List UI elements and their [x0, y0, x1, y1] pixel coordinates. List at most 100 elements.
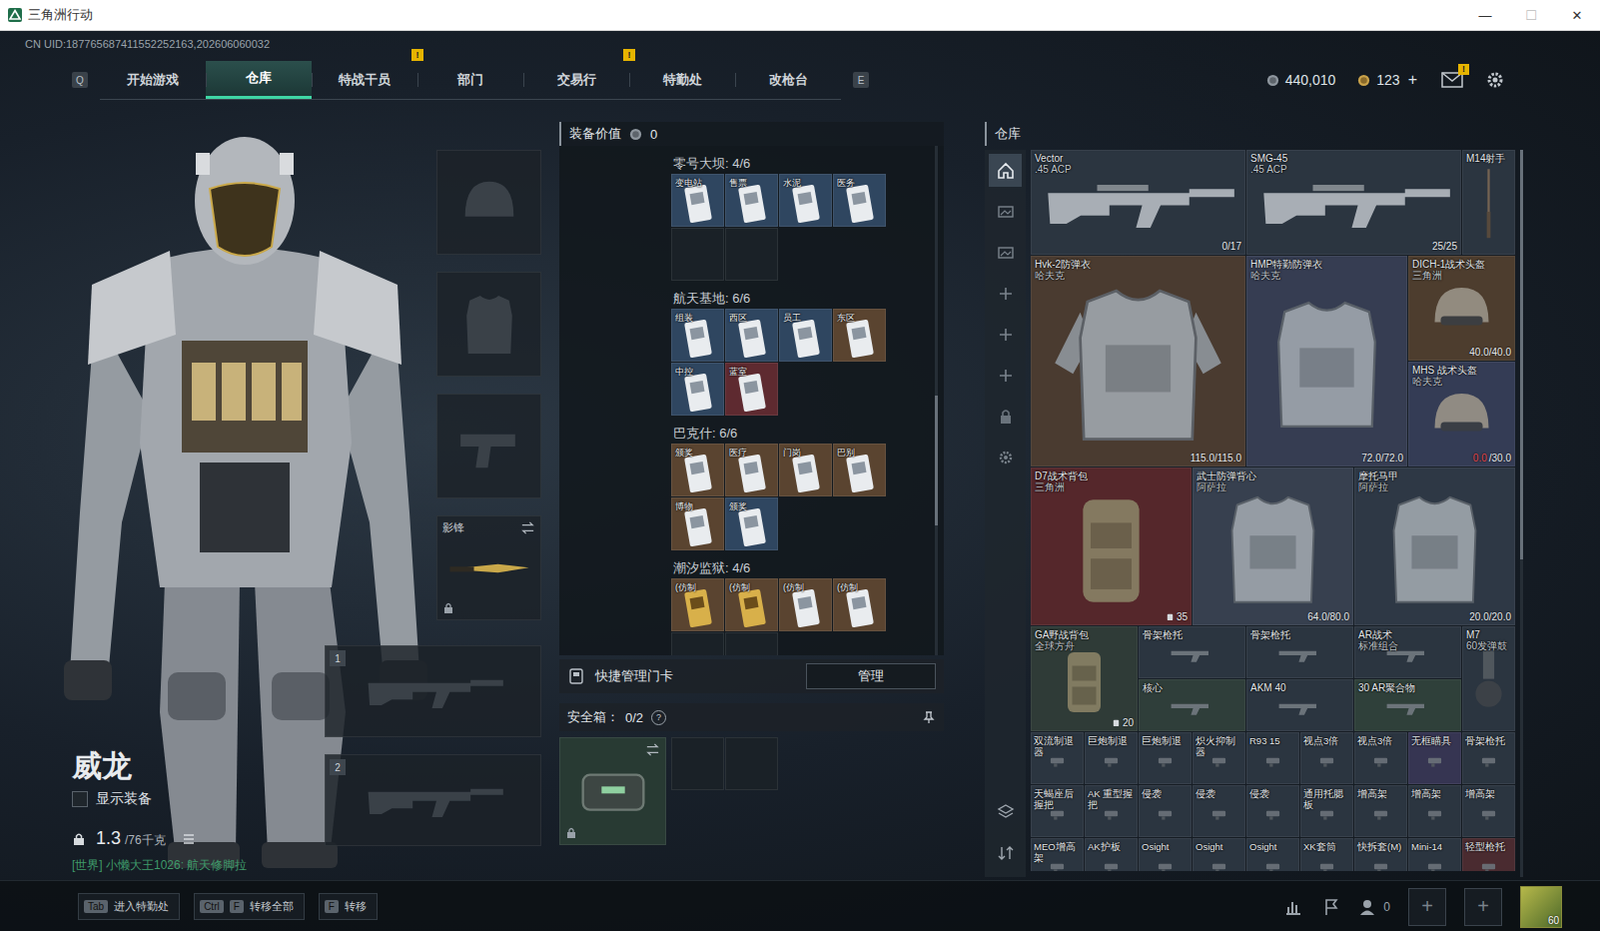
help-button[interactable]: ? — [651, 710, 667, 726]
inventory-item[interactable]: 骨架枪托 — [1246, 626, 1354, 679]
invite-slot-button[interactable]: + — [1408, 887, 1447, 926]
inventory-item[interactable]: 摩托马甲 阿萨拉 20.0/20.0 — [1354, 467, 1516, 626]
warehouse-tab-button[interactable] — [988, 153, 1022, 187]
nav-tab[interactable]: 特战干员 — [311, 60, 418, 99]
melee-slot[interactable]: 影锋 — [436, 515, 542, 621]
keycard[interactable]: 售票 — [725, 173, 779, 227]
swap-icon[interactable] — [645, 742, 661, 758]
keycard[interactable]: (仿制 — [671, 578, 725, 632]
keycard[interactable]: 颁奖 — [671, 443, 725, 497]
warehouse-tab-button[interactable] — [988, 194, 1022, 228]
inventory-item[interactable]: SMG-45 .45 ACP 25/25 — [1246, 149, 1462, 255]
weapon-slot[interactable]: 2 — [324, 754, 542, 846]
keycard[interactable]: 员工 — [779, 308, 832, 362]
keycard[interactable]: 蓝室 — [725, 362, 779, 416]
shortcut-hint[interactable]: F 转移 — [318, 892, 378, 920]
inventory-item[interactable]: 30 AR聚合物 — [1354, 679, 1462, 732]
pin-icon[interactable] — [921, 710, 936, 725]
keycard[interactable]: 水泥 — [779, 173, 832, 227]
keycard[interactable]: 东区 — [832, 308, 886, 362]
inventory-item[interactable]: M14射手 — [1462, 149, 1516, 255]
warehouse-tab-button[interactable] — [988, 358, 1022, 392]
add-bonds-button[interactable]: + — [1406, 70, 1420, 89]
inventory-item[interactable]: M7 60发弹鼓 — [1462, 626, 1516, 732]
inventory-item[interactable]: Vector .45 ACP 0/17 — [1030, 149, 1246, 255]
inventory-item[interactable]: 巨炮制退 — [1084, 732, 1138, 785]
settings-button[interactable] — [1485, 69, 1506, 90]
keycard[interactable]: 医疗 — [725, 443, 779, 497]
warehouse-tab-button[interactable] — [988, 235, 1022, 269]
inventory-item[interactable]: XK套筒 — [1300, 837, 1354, 871]
inventory-item[interactable]: 侵袭 — [1246, 785, 1300, 837]
warehouse-tab-button[interactable] — [988, 399, 1022, 433]
inventory-item[interactable]: 天蝎座后握把 — [1030, 785, 1084, 837]
nav-tab[interactable]: 改枪台 — [735, 60, 841, 99]
keycard[interactable]: 门岗 — [779, 443, 832, 497]
inventory-item[interactable]: Mini-14 — [1408, 837, 1462, 871]
nav-tab[interactable]: 仓库 — [205, 60, 312, 99]
flag-icon[interactable] — [1321, 896, 1342, 917]
inventory-item[interactable]: DICH-1战术头盔 三角洲 40.0/40.0 — [1408, 255, 1516, 361]
inventory-item[interactable]: 骨架枪托 — [1138, 626, 1246, 679]
nav-tab[interactable]: 开始游戏 — [99, 60, 206, 99]
weapon-slot[interactable]: 1 — [324, 645, 542, 738]
keycard[interactable]: (仿制 — [779, 578, 832, 632]
inventory-item[interactable]: 侵袭 — [1192, 785, 1246, 837]
keycard[interactable]: 中控 — [671, 362, 725, 416]
keycard[interactable]: 博物 — [671, 497, 725, 551]
warehouse-scrollbar[interactable] — [1520, 149, 1524, 877]
nav-tab[interactable]: 部门 ! — [417, 60, 524, 99]
inventory-item[interactable]: 骨架枪托 — [1462, 732, 1516, 785]
stats-icon[interactable] — [1283, 896, 1304, 917]
inventory-item[interactable]: 视点3倍 — [1300, 732, 1354, 785]
warehouse-tab-button[interactable] — [988, 440, 1022, 474]
inventory-item[interactable]: 核心 — [1138, 679, 1246, 732]
safe-box-slot[interactable] — [559, 737, 667, 845]
window-control-button[interactable]: ☐ — [1508, 0, 1555, 30]
keycard[interactable]: (仿制 — [832, 578, 886, 632]
inventory-item[interactable]: 巨炮制退 — [1138, 732, 1192, 785]
inventory-item[interactable]: 武士防弹背心 阿萨拉 64.0/80.0 — [1192, 467, 1354, 626]
list-icon[interactable] — [181, 831, 196, 846]
inventory-item[interactable]: AKM 40 — [1246, 679, 1354, 732]
player-avatar[interactable]: 60 — [1520, 885, 1563, 928]
inventory-item[interactable]: D7战术背包 三角洲 35 — [1030, 467, 1192, 626]
keycard[interactable]: 医务 — [832, 173, 886, 227]
inventory-item[interactable]: 通用托腮板 — [1300, 785, 1354, 837]
inventory-item[interactable]: AR战术 标准组合 — [1354, 626, 1462, 679]
inventory-item[interactable]: Hvk-2防弹衣 哈夫克 115.0/115.0 — [1030, 255, 1246, 467]
safe-box-empty-slot[interactable] — [671, 737, 725, 791]
inventory-item[interactable]: AK 重型握把 — [1084, 785, 1138, 837]
friends-count[interactable]: 0 — [1359, 896, 1391, 917]
inventory-item[interactable]: GA野战背包 全球方舟 20 — [1030, 626, 1138, 732]
inventory-item[interactable]: 侵袭 — [1138, 785, 1192, 837]
swap-icon[interactable] — [520, 520, 536, 536]
keycard[interactable]: 巴别 — [832, 443, 886, 497]
nav-tab[interactable]: 特勤处 ! — [629, 60, 736, 99]
inventory-item[interactable]: R93 15 — [1246, 732, 1300, 785]
inventory-item[interactable]: 增高架 — [1462, 785, 1516, 837]
inventory-item[interactable]: 增高架 — [1408, 785, 1462, 837]
keycard-scrollbar[interactable] — [934, 145, 938, 656]
shortcut-hint[interactable]: CtrlF 转移全部 — [193, 892, 305, 920]
warehouse-tab-button[interactable] — [988, 317, 1022, 351]
inventory-item[interactable]: AK护板 — [1084, 837, 1138, 871]
inventory-item[interactable]: 增高架 — [1354, 785, 1408, 837]
window-control-button[interactable]: — — [1462, 0, 1509, 30]
keycard[interactable]: 西区 — [725, 308, 779, 362]
keycard[interactable]: 组装 — [671, 308, 725, 362]
inventory-item[interactable]: 双流制退器 — [1030, 732, 1084, 785]
inventory-item[interactable]: 轻型枪托 — [1462, 837, 1516, 871]
armor-slot[interactable] — [436, 271, 542, 377]
show-gear-checkbox[interactable]: 显示装备 — [71, 790, 325, 808]
helmet-slot[interactable] — [436, 149, 542, 255]
keycard[interactable]: (仿制 — [725, 578, 779, 632]
warehouse-tool-button[interactable] — [988, 795, 1022, 828]
inventory-item[interactable]: HMP特勤防弹衣 哈夫克 72.0/72.0 — [1246, 255, 1408, 467]
mail-button[interactable]: ! — [1441, 71, 1464, 88]
prev-tab-key[interactable]: Q — [71, 71, 88, 88]
inventory-item[interactable]: 无框瞄具 — [1408, 732, 1462, 785]
keycard[interactable]: 变电站 — [671, 173, 725, 227]
warehouse-tool-button[interactable] — [988, 835, 1022, 869]
manage-button[interactable]: 管理 — [805, 663, 936, 690]
